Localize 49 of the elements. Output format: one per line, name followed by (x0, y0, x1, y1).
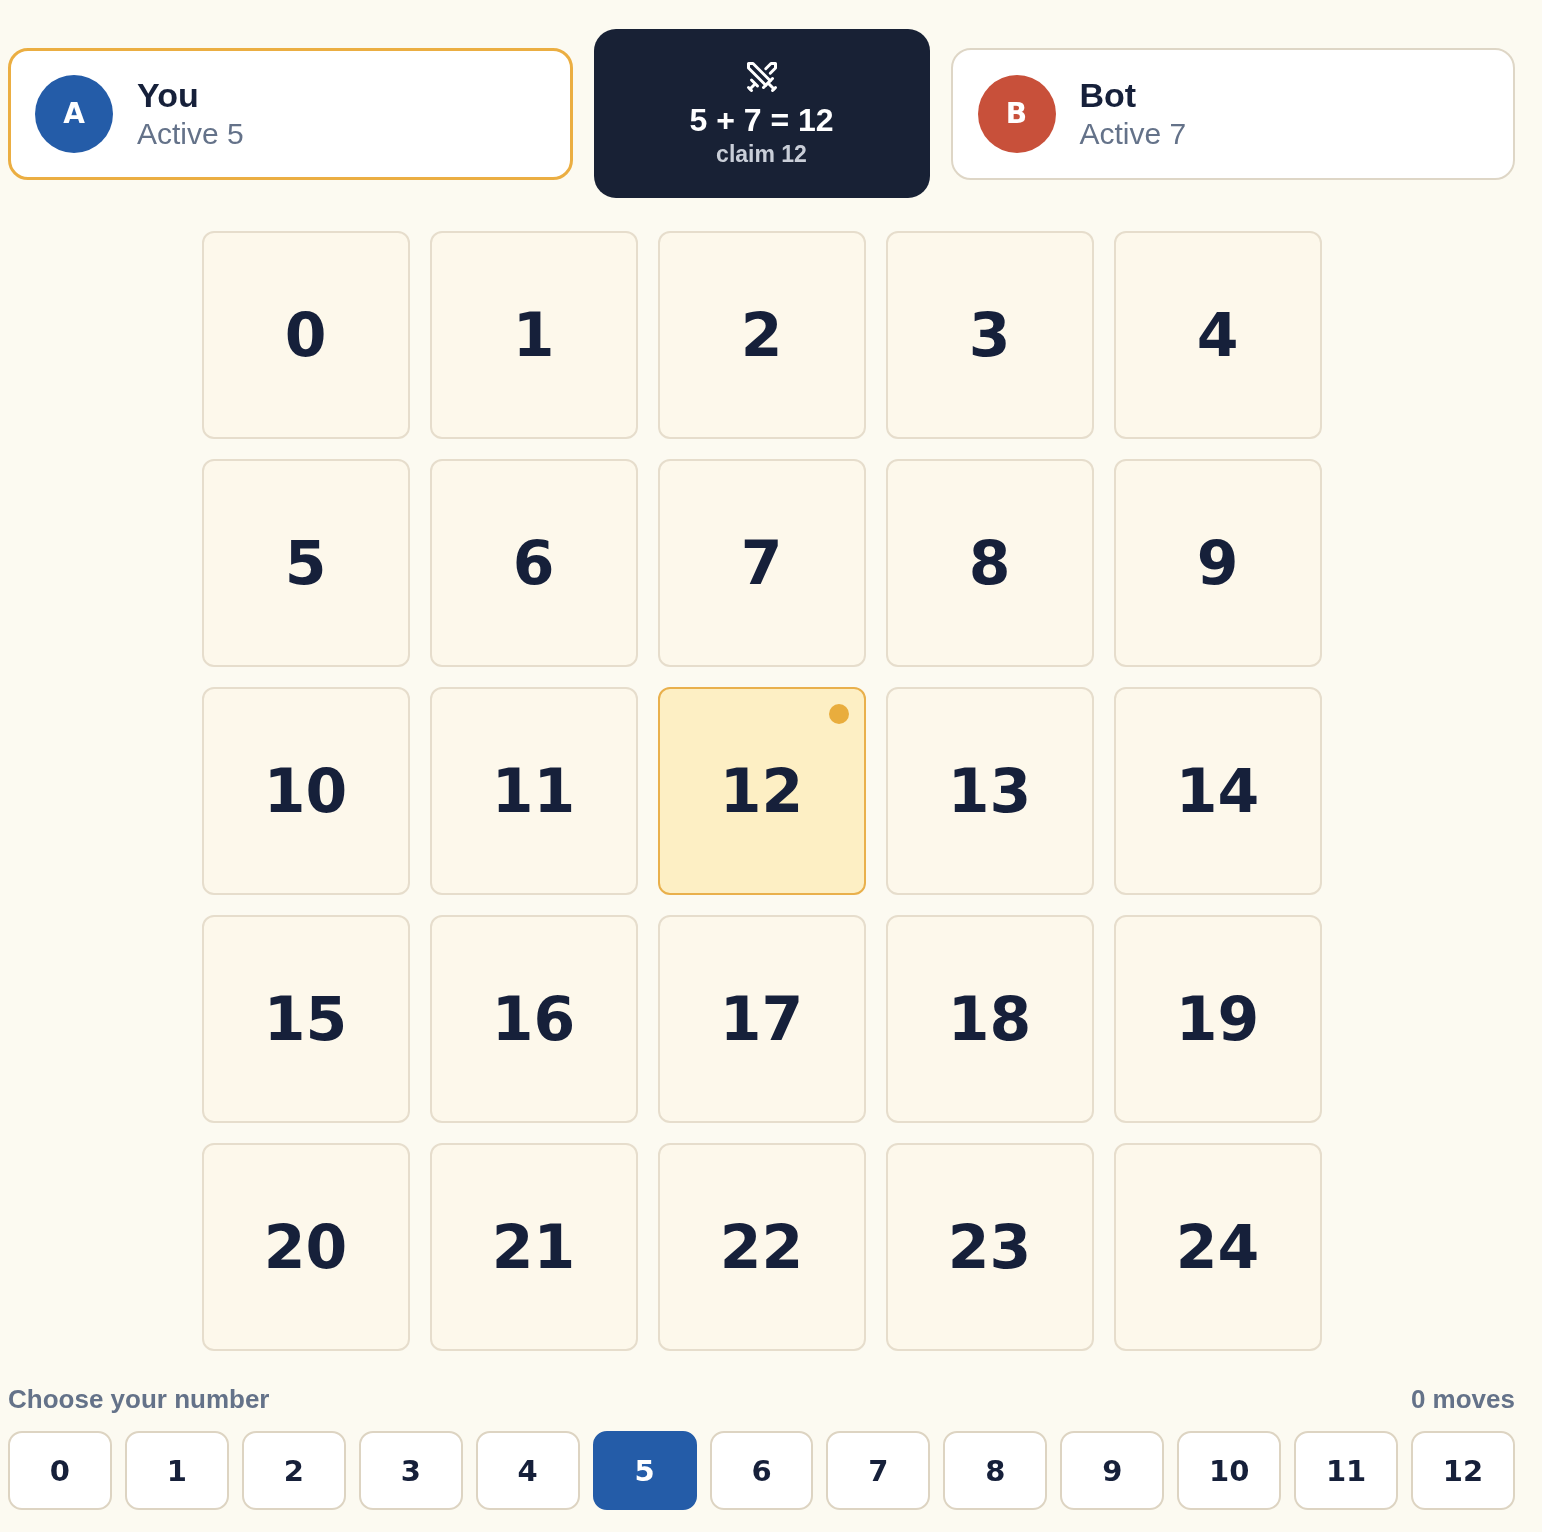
player-name: Bot (1079, 75, 1138, 114)
equation-text: 5 + 7 = 12 (689, 100, 834, 139)
number-tile[interactable]: 20 (201, 1143, 410, 1351)
status-dot-icon (828, 704, 849, 724)
moves-count: 0 moves (1410, 1384, 1515, 1414)
number-tile[interactable]: 17 (657, 915, 866, 1123)
number-option-button[interactable]: 5 (592, 1431, 697, 1510)
number-tile[interactable]: 14 (1113, 687, 1322, 895)
number-option-button[interactable]: 0 (8, 1431, 112, 1510)
number-option-button[interactable]: 1 (124, 1431, 229, 1510)
number-option-button[interactable]: 6 (709, 1431, 814, 1510)
number-tile[interactable]: 3 (885, 231, 1094, 439)
number-option-button[interactable]: 12 (1411, 1431, 1515, 1510)
number-tile[interactable]: 22 (657, 1143, 866, 1351)
number-tile[interactable]: 7 (657, 459, 866, 667)
number-option-button[interactable]: 7 (826, 1431, 931, 1510)
number-option-button[interactable]: 8 (943, 1431, 1048, 1510)
number-option-button[interactable]: 11 (1294, 1431, 1399, 1510)
number-tile[interactable]: 13 (885, 687, 1094, 895)
number-tile[interactable]: 12 (657, 687, 866, 895)
number-tile[interactable]: 2 (657, 231, 866, 439)
number-option-button[interactable]: 4 (475, 1431, 580, 1510)
player-status: Active 5 (137, 115, 244, 152)
number-tile[interactable]: 18 (885, 915, 1094, 1123)
number-tile[interactable]: 19 (1113, 915, 1322, 1123)
number-tile[interactable]: 24 (1113, 1143, 1322, 1351)
number-tile[interactable]: 15 (201, 915, 410, 1123)
number-tile[interactable]: 23 (885, 1143, 1094, 1351)
player-avatar: A (35, 74, 113, 153)
number-tile[interactable]: 9 (1113, 459, 1322, 667)
number-tile[interactable]: 5 (201, 459, 410, 667)
number-option-button[interactable]: 3 (358, 1431, 463, 1510)
number-tile[interactable]: 10 (201, 687, 410, 895)
number-option-button[interactable]: 9 (1060, 1431, 1165, 1510)
number-tile[interactable]: 4 (1113, 231, 1322, 439)
number-tile[interactable]: 16 (429, 915, 638, 1123)
picker-title: Choose your number (8, 1384, 270, 1414)
player-status: Active 7 (1079, 115, 1187, 152)
number-tile[interactable]: 1 (429, 231, 638, 439)
claim-text: claim 12 (716, 139, 807, 169)
number-tile[interactable]: 8 (885, 459, 1094, 667)
number-option-button[interactable]: 2 (241, 1431, 346, 1510)
number-tile[interactable]: 0 (201, 231, 410, 439)
number-tile[interactable]: 21 (429, 1143, 638, 1351)
number-option-button[interactable]: 10 (1177, 1431, 1282, 1510)
number-tile[interactable]: 6 (429, 459, 638, 667)
player-avatar: B (977, 74, 1056, 153)
player-name: You (137, 75, 200, 114)
number-tile[interactable]: 11 (429, 687, 638, 895)
